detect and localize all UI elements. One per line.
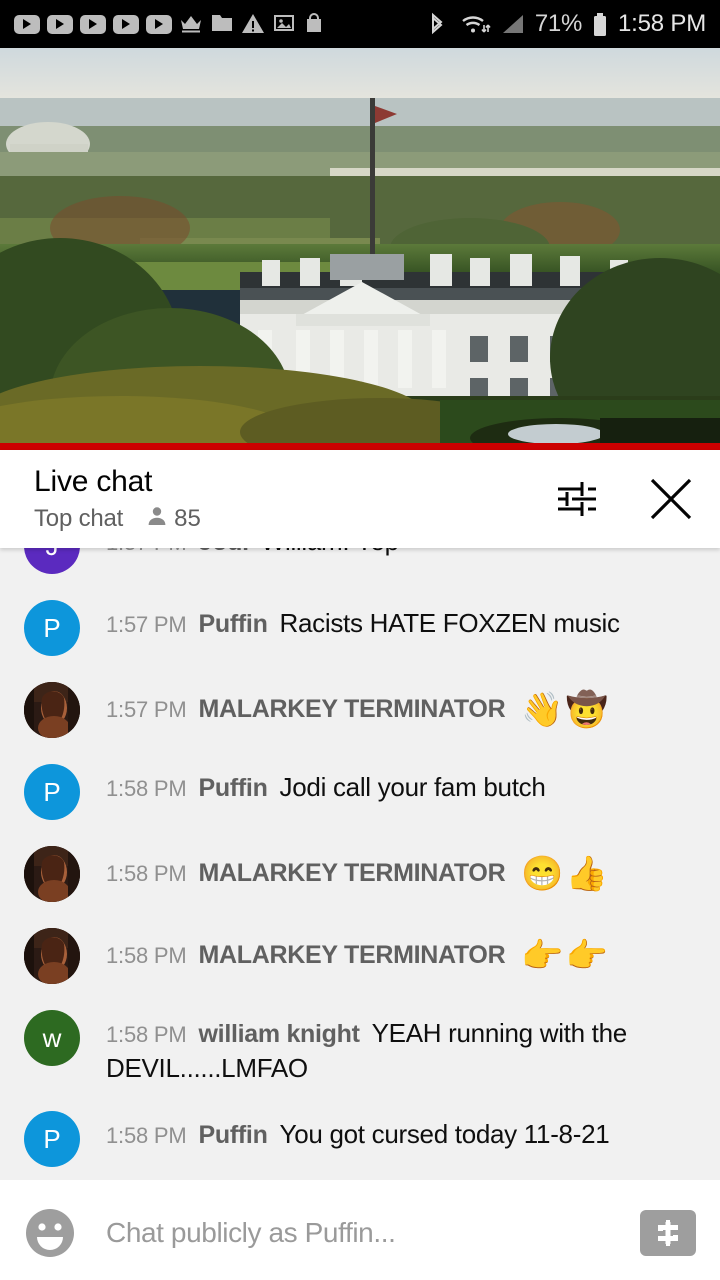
image-icon [272,12,296,36]
message-author[interactable]: william knight [199,1020,360,1048]
avatar[interactable] [24,928,80,984]
message-author[interactable]: MALARKEY TERMINATOR [199,859,506,887]
video-player[interactable] [0,48,720,450]
bluetooth-icon [428,12,452,36]
youtube-live-chat-screen: 71% 1:58 PM Live chat Top chat 85 P 1:57… [0,0,720,1280]
youtube-play-icon-5 [146,14,172,34]
close-icon[interactable] [644,472,698,526]
avatar[interactable]: P [24,600,80,656]
chat-message-body: 1:57 PM Puffin Racists HATE FOXZEN music [106,600,620,641]
chat-mode-label[interactable]: Top chat [34,505,123,533]
message-text: Racists HATE FOXZEN music [279,608,620,638]
chat-message-body: 1:58 PM MALARKEY TERMINATOR 😁👍 [106,846,610,897]
crown-icon [179,14,203,34]
message-timestamp: 1:58 PM [106,861,187,886]
chat-message-row[interactable]: 1:58 PM MALARKEY TERMINATOR 👉👉 [0,915,720,997]
page-title: Live chat [34,465,153,498]
wifi-icon [461,12,491,36]
chat-settings-icon[interactable] [550,472,604,526]
live-progress-bar[interactable] [0,443,720,450]
message-text: You got cursed today 11-8-21 [279,1119,610,1150]
youtube-play-icon-1 [14,14,40,34]
folder-icon [210,12,234,36]
avatar[interactable]: w [24,1010,80,1066]
message-text: 👋🤠 [521,691,611,729]
chat-message-body: 1:57 PM Jodi William: Yep [106,548,399,559]
message-author[interactable]: MALARKEY TERMINATOR [199,941,506,969]
chat-message-row[interactable]: 1:57 PM MALARKEY TERMINATOR 👋🤠 [0,669,720,751]
youtube-play-icon-2 [47,14,73,34]
battery-percent: 71% [534,10,583,37]
viewer-count-group: 85 [145,504,201,533]
chat-subheader: Top chat 85 [34,504,550,533]
message-author[interactable]: Jodi [199,548,250,556]
message-author[interactable]: Puffin [199,1121,268,1149]
message-text: William: Yep [261,548,399,556]
avatar[interactable] [24,682,80,738]
message-timestamp: 1:58 PM [106,943,187,968]
message-author[interactable]: MALARKEY TERMINATOR [199,695,506,723]
superchat-dollar-icon[interactable] [640,1209,696,1256]
status-bar-right-icons: 71% 1:58 PM [428,10,706,38]
cell-signal-icon [500,12,526,36]
chat-message-row[interactable]: P 1:58 PM Puffin Jodi call your fam butch [0,751,720,833]
shopping-bag-icon [303,12,327,36]
chat-input-bar: Chat publicly as Puffin... [0,1185,720,1280]
emoji-smiley-icon[interactable] [24,1207,76,1259]
chat-message-body: 1:57 PM MALARKEY TERMINATOR 👋🤠 [106,682,610,733]
person-icon [145,504,169,533]
chat-message-row[interactable]: P 1:58 PM Puffin You got cursed today 11-8-… [0,1098,720,1180]
chat-message-row[interactable]: 1:58 PM MALARKEY TERMINATOR 😁👍 [0,833,720,915]
chat-message-body: 1:58 PM MALARKEY TERMINATOR 👉👉 [106,928,610,979]
chat-message-row[interactable]: J 1:57 PM Jodi William: Yep [0,548,720,587]
avatar[interactable] [24,846,80,902]
chat-message-body: 1:58 PM Puffin You got cursed today 11-8-2… [106,1111,610,1152]
chat-header-titles: Live chat Top chat 85 [34,465,550,533]
battery-icon [591,12,609,36]
chat-message-list[interactable]: J 1:57 PM Jodi William: Yep P 1:57 PM Puffin Ra… [0,548,720,1180]
message-text: Jodi call your fam butch [279,772,546,802]
chat-header-actions [550,472,698,526]
chat-header: Live chat Top chat 85 [0,450,720,548]
message-author[interactable]: Puffin [199,774,268,802]
chat-message-body: 1:58 PM Puffin Jodi call your fam butch [106,764,546,805]
video-frame [0,48,720,450]
status-bar: 71% 1:58 PM [0,0,720,48]
message-text: 😁👍 [521,855,611,893]
chat-message-row[interactable]: P 1:57 PM Puffin Racists HATE FOXZEN music [0,587,720,669]
avatar[interactable]: J [24,548,80,574]
message-timestamp: 1:58 PM [106,1123,187,1149]
avatar[interactable]: P [24,1111,80,1168]
message-timestamp: 1:57 PM [106,548,187,555]
message-timestamp: 1:57 PM [106,697,187,722]
message-timestamp: 1:58 PM [106,776,187,801]
youtube-play-icon-3 [80,14,106,34]
status-bar-clock: 1:58 PM [618,10,706,37]
viewer-count: 85 [174,504,201,532]
avatar[interactable]: P [24,764,80,820]
chat-message-row[interactable]: w 1:58 PM william knight YEAH running with … [0,997,720,1098]
message-timestamp: 1:57 PM [106,612,187,637]
status-bar-left-icons [14,12,428,36]
warning-icon [241,12,265,36]
youtube-play-icon-4 [113,14,139,34]
message-timestamp: 1:58 PM [106,1022,187,1047]
chat-message-body: 1:58 PM william knight YEAH running with t… [106,1010,700,1085]
chat-input-field[interactable]: Chat publicly as Puffin... [106,1217,640,1249]
message-text: 👉👉 [521,937,611,975]
message-author[interactable]: Puffin [199,610,268,638]
